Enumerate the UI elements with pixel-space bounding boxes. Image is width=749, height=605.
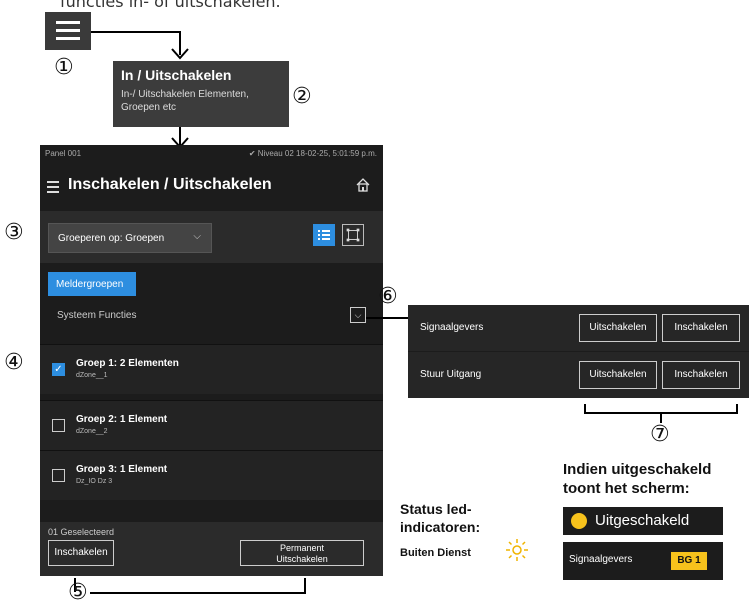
list-item[interactable]: ✓ Groep 1: 2 Elementen dZone__1: [40, 344, 383, 394]
hamburger-icon-bar: [56, 29, 80, 32]
map-view-icon[interactable]: [342, 224, 364, 246]
tooltip-title: In / Uitschakelen: [121, 67, 232, 83]
checkbox[interactable]: [52, 469, 65, 482]
group-by-value: Groeperen op: Groepen: [58, 233, 165, 244]
hamburger-icon[interactable]: [47, 181, 59, 196]
disabled-info: Indien uitgeschakeld toont het scherm:: [563, 460, 711, 498]
callout-6: ⑥: [378, 284, 398, 309]
hamburger-icon: [56, 21, 80, 24]
panel-id: Panel 001: [45, 149, 82, 158]
arrow-down-icon: [171, 48, 189, 60]
hamburger-icon-bar: [56, 37, 80, 40]
item-title: Groep 3: 1 Element: [76, 464, 168, 475]
enable-button[interactable]: Inschakelen: [662, 314, 740, 342]
selected-count: 01 Geselecteerd: [48, 527, 115, 537]
callout-5: ⑤: [68, 580, 88, 605]
item-title: Groep 2: 1 Element: [76, 414, 168, 425]
heading-line1: Status led-: [400, 501, 472, 517]
disable-button[interactable]: Uitschakelen: [579, 361, 657, 389]
menu-tooltip[interactable]: In / Uitschakelen In-/ Uitschakelen Elem…: [113, 61, 289, 127]
permanent-disable-button[interactable]: Permanent Uitschakelen: [240, 540, 364, 566]
bg-badge: BG 1: [671, 552, 707, 570]
home-icon[interactable]: [356, 178, 370, 192]
yellow-dot-icon: [571, 513, 587, 529]
menu-button[interactable]: [45, 12, 91, 50]
checkbox[interactable]: [52, 419, 65, 432]
function-label: Signaalgevers: [420, 322, 484, 333]
intro-text: functies in- of uitschakelen.: [60, 0, 281, 11]
info-line2: toont het scherm:: [563, 480, 690, 497]
callout-7: ⑦: [650, 422, 670, 447]
enable-button[interactable]: Inschakelen: [662, 361, 740, 389]
section-label: Systeem Functies: [57, 310, 137, 321]
item-subtitle: dZone__1: [76, 372, 108, 379]
status-bar: Panel 001 ✔ Niveau 02 18-02-25, 5:01:59 …: [40, 145, 383, 161]
filter-bar: Groeperen op: Groepen ⌵: [40, 211, 383, 263]
connector-line: [90, 592, 305, 594]
tooltip-subtitle: In-/ Uitschakelen Elementen, Groepen etc: [121, 89, 249, 113]
callout-3: ③: [4, 220, 24, 245]
title-bar: Inschakelen / Uitschakelen: [40, 167, 383, 207]
button-label-line2: Uitschakelen: [276, 554, 328, 564]
enable-disable-panel: Panel 001 ✔ Niveau 02 18-02-25, 5:01:59 …: [40, 145, 383, 576]
signal-badge: Signaalgevers BG 1: [563, 542, 723, 580]
enable-button[interactable]: Inschakelen: [48, 540, 114, 566]
button-label-line1: Permanent: [279, 543, 325, 553]
connector-line: [304, 578, 306, 594]
list-item[interactable]: Groep 3: 1 Element Dz_IO Dz 3: [40, 450, 383, 500]
callout-4: ④: [4, 350, 24, 375]
tab-meldergroepen[interactable]: Meldergroepen: [48, 272, 136, 296]
footer-bar: 01 Geselecteerd Inschakelen Permanent Ui…: [40, 522, 383, 576]
expand-button[interactable]: ⌵: [350, 307, 366, 323]
disabled-badge: Uitgeschakeld: [563, 507, 723, 535]
item-subtitle: Dz_IO Dz 3: [76, 478, 113, 485]
status-info: ✔ Niveau 02 18-02-25, 5:01:59 p.m.: [248, 149, 377, 158]
badge-label: Uitgeschakeld: [595, 512, 690, 529]
chevron-down-icon: ⌵: [193, 231, 201, 242]
connector-line: [91, 31, 181, 33]
list-item[interactable]: Groep 2: 1 Element dZone__2: [40, 400, 383, 450]
info-line1: Indien uitgeschakeld: [563, 461, 712, 478]
function-row: Stuur Uitgang Uitschakelen Inschakelen: [408, 352, 749, 398]
badge-label: Signaalgevers: [569, 554, 633, 565]
group-by-select[interactable]: Groeperen op: Groepen ⌵: [48, 223, 212, 253]
out-of-service-label: Buiten Dienst: [400, 547, 471, 559]
list-view-icon[interactable]: [313, 224, 335, 246]
connector-line: [366, 317, 408, 319]
page-title: Inschakelen / Uitschakelen: [68, 176, 272, 193]
checkbox-checked[interactable]: ✓: [52, 363, 65, 376]
callout-1: ①: [54, 55, 74, 80]
item-subtitle: dZone__2: [76, 428, 108, 435]
callout-2: ②: [292, 84, 312, 109]
item-title: Groep 1: 2 Elementen: [76, 358, 179, 369]
function-label: Stuur Uitgang: [420, 369, 482, 380]
status-led-heading: Status led- indicatoren:: [400, 500, 480, 536]
disable-button[interactable]: Uitschakelen: [579, 314, 657, 342]
chevron-down-icon: ⌵: [354, 310, 362, 320]
heading-line2: indicatoren:: [400, 519, 481, 535]
system-functions-detail: Signaalgevers Uitschakelen Inschakelen S…: [408, 305, 749, 398]
function-row: Signaalgevers Uitschakelen Inschakelen: [408, 305, 749, 351]
sun-led-icon: [506, 539, 528, 561]
